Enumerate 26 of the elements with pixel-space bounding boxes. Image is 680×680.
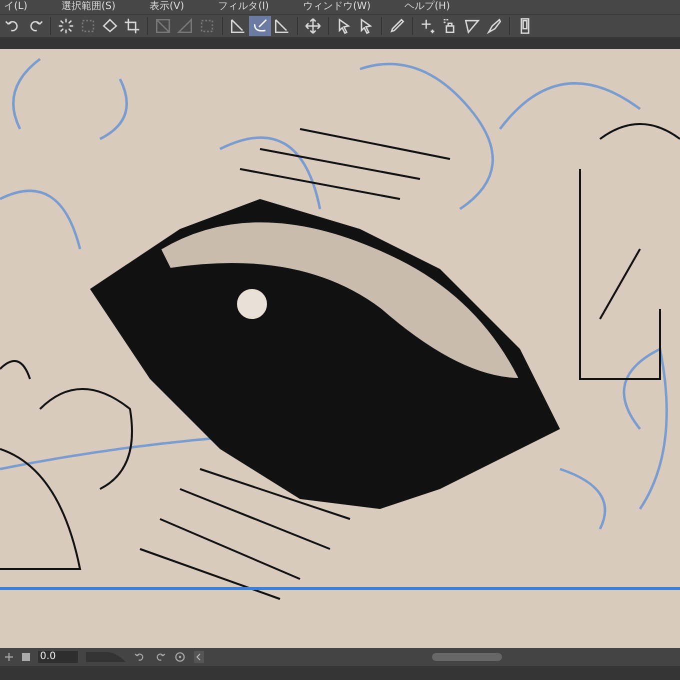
- menu-item[interactable]: イ(L): [4, 1, 28, 13]
- dotted-square-icon: [79, 17, 97, 35]
- frame-field[interactable]: 0.0: [38, 651, 78, 663]
- tool-button[interactable]: [249, 16, 271, 36]
- move-icon: [304, 17, 322, 35]
- dotted-square-icon: [198, 17, 216, 35]
- plus-icon: [419, 17, 437, 35]
- scrollbar-thumb[interactable]: [432, 653, 502, 661]
- redo-icon[interactable]: [154, 651, 166, 663]
- nib-icon: [485, 17, 503, 35]
- chevron-left-icon[interactable]: [194, 651, 204, 663]
- crop-icon: [123, 17, 141, 35]
- menu-item[interactable]: フィルタ(I): [218, 1, 269, 13]
- menu-item[interactable]: ウィンドウ(W): [302, 1, 371, 13]
- plus-icon[interactable]: [4, 652, 14, 662]
- menu-item[interactable]: 表示(V): [150, 1, 184, 13]
- menu-item[interactable]: ヘルプ(H): [404, 1, 450, 13]
- target-icon[interactable]: [174, 651, 186, 663]
- angle-icon: [229, 17, 247, 35]
- diagonal-icon: [154, 17, 172, 35]
- burst-icon: [57, 17, 75, 35]
- triangle-ruler-icon: [463, 17, 481, 35]
- angle-icon: [273, 17, 291, 35]
- menu-item[interactable]: 選択範囲(S): [61, 1, 116, 13]
- triangle-icon: [176, 17, 194, 35]
- undo-icon[interactable]: [134, 651, 146, 663]
